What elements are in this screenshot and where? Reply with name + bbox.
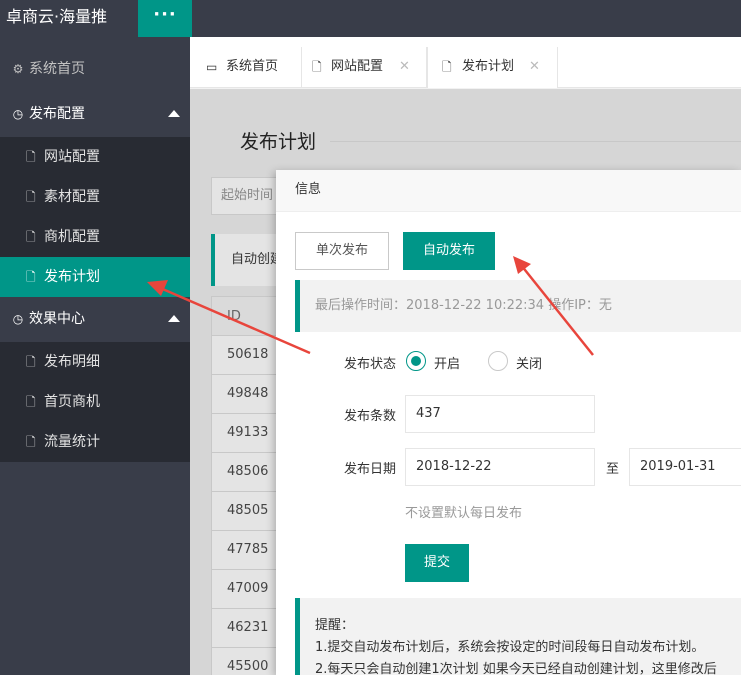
sidebar-item-publish-plan[interactable]: 🗋 发布计划 bbox=[0, 257, 190, 297]
count-input[interactable]: 437 bbox=[405, 395, 595, 433]
document-icon: 🗋 bbox=[26, 395, 36, 409]
tab-publish-plan[interactable]: 🗋 发布计划 ✕ bbox=[427, 47, 558, 88]
page-title: 发布计划 bbox=[240, 131, 317, 153]
caret-up-icon bbox=[168, 315, 180, 322]
sidebar-item-label: 网站配置 bbox=[44, 149, 100, 165]
caret-up-icon bbox=[168, 110, 180, 117]
document-icon: 🗋 bbox=[26, 270, 36, 284]
sidebar-item-business-config[interactable]: 🗋 商机配置 bbox=[0, 217, 190, 257]
tab-bar: ▭ 系统首页 🗋 网站配置 ✕ 🗋 发布计划 ✕ bbox=[190, 37, 741, 88]
sidebar-submenu-effect-center: 🗋 发布明细 🗋 首页商机 🗋 流量统计 bbox=[0, 342, 190, 462]
notice-box: 提醒： 1.提交自动发布计划后，系统会按设定的时间段每日自动发布计划。 2.每天… bbox=[295, 598, 741, 675]
sidebar-item-home-business[interactable]: 🗋 首页商机 bbox=[0, 382, 190, 422]
sidebar-group-label: 效果中心 bbox=[29, 311, 85, 327]
clock-icon: ◷ bbox=[12, 312, 24, 326]
status-off-radio[interactable] bbox=[488, 351, 508, 371]
sidebar-item-label: 商机配置 bbox=[44, 229, 100, 245]
start-date-input[interactable]: 2018-12-22 bbox=[405, 448, 595, 486]
sidebar-group-publish-config[interactable]: ◷ 发布配置 bbox=[0, 94, 190, 134]
sidebar-group-label: 发布配置 bbox=[29, 106, 85, 122]
auto-publish-button[interactable]: 自动发布 bbox=[403, 232, 495, 270]
sidebar-item-material-config[interactable]: 🗋 素材配置 bbox=[0, 177, 190, 217]
close-icon[interactable]: ✕ bbox=[529, 47, 540, 87]
sidebar-item-site-config[interactable]: 🗋 网站配置 bbox=[0, 137, 190, 177]
notice-line: 1.提交自动发布计划后，系统会按设定的时间段每日自动发布计划。 bbox=[315, 640, 705, 655]
document-icon: 🗋 bbox=[26, 355, 36, 369]
tab-system-home[interactable]: ▭ 系统首页 bbox=[190, 47, 302, 88]
app-logo: 卓商云·海量推 bbox=[6, 7, 108, 26]
tab-label: 发布计划 bbox=[462, 59, 515, 74]
status-label: 发布状态 bbox=[343, 357, 396, 372]
sidebar-item-label: 素材配置 bbox=[44, 189, 100, 205]
submit-button[interactable]: 提交 bbox=[405, 544, 469, 582]
last-operation-info: 最后操作时间：2018-12-22 10:22:34 操作IP：无 bbox=[295, 280, 741, 332]
sidebar-item-publish-detail[interactable]: 🗋 发布明细 bbox=[0, 342, 190, 382]
sidebar-item-label: 发布计划 bbox=[44, 269, 100, 285]
end-date-input[interactable]: 2019-01-31 bbox=[629, 448, 741, 486]
tab-site-config[interactable]: 🗋 网站配置 ✕ bbox=[302, 47, 427, 88]
single-publish-button[interactable]: 单次发布 bbox=[295, 232, 389, 270]
top-bar: 卓商云·海量推 ··· bbox=[0, 0, 741, 37]
sidebar-group-effect-center[interactable]: ◷ 效果中心 bbox=[0, 299, 190, 339]
status-on-label[interactable]: 开启 bbox=[434, 353, 460, 372]
gear-icon: ⚙ bbox=[12, 62, 24, 76]
tab-label: 网站配置 bbox=[331, 59, 384, 74]
modal-title: 信息 bbox=[276, 170, 741, 212]
date-hint: 不设置默认每日发布 bbox=[405, 506, 523, 521]
tab-label: 系统首页 bbox=[226, 59, 279, 74]
date-label: 发布日期 bbox=[343, 462, 396, 477]
title-divider bbox=[330, 141, 741, 142]
sidebar-item-label: 流量统计 bbox=[44, 434, 100, 450]
sidebar-submenu-publish-config: 🗋 网站配置 🗋 素材配置 🗋 商机配置 🗋 发布计划 bbox=[0, 137, 190, 297]
sidebar-item-traffic-stats[interactable]: 🗋 流量统计 bbox=[0, 422, 190, 462]
document-icon: 🗋 bbox=[26, 150, 36, 164]
sidebar-item-label: 首页商机 bbox=[44, 394, 100, 410]
status-off-label[interactable]: 关闭 bbox=[516, 353, 542, 372]
close-icon[interactable]: ✕ bbox=[399, 47, 410, 87]
document-icon: 🗋 bbox=[26, 230, 36, 244]
monitor-icon: ▭ bbox=[206, 60, 218, 74]
notice-line: 2.每天只会自动创建1次计划 如果今天已经自动创建计划，这里修改后 bbox=[315, 662, 717, 675]
status-on-radio[interactable] bbox=[406, 351, 426, 371]
sidebar-item-label: 发布明细 bbox=[44, 354, 100, 370]
info-modal: 信息 单次发布 自动发布 最后操作时间：2018-12-22 10:22:34 … bbox=[276, 170, 741, 675]
count-label: 发布条数 bbox=[343, 409, 396, 424]
sidebar: ⚙ 系统首页 ◷ 发布配置 🗋 网站配置 🗋 素材配置 🗋 商机配置 🗋 发布计… bbox=[0, 37, 190, 675]
document-icon: 🗋 bbox=[442, 60, 452, 74]
sidebar-item-label: 系统首页 bbox=[29, 61, 85, 77]
clock-icon: ◷ bbox=[12, 107, 24, 121]
document-icon: 🗋 bbox=[26, 190, 36, 204]
sidebar-item-home[interactable]: ⚙ 系统首页 bbox=[0, 49, 190, 89]
notice-title: 提醒： bbox=[315, 618, 355, 633]
date-range-separator: 至 bbox=[606, 462, 620, 477]
document-icon: 🗋 bbox=[312, 60, 322, 74]
menu-toggle-button[interactable]: ··· bbox=[138, 0, 192, 37]
document-icon: 🗋 bbox=[26, 435, 36, 449]
